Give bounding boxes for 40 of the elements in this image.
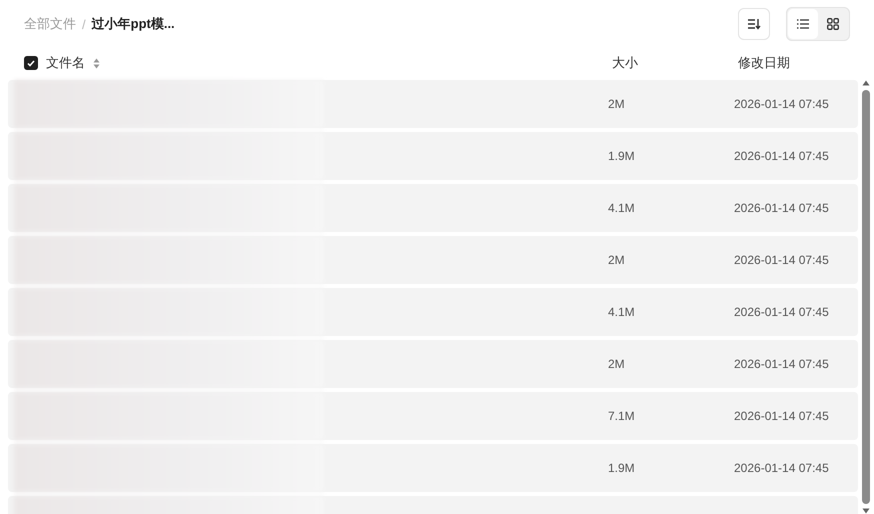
file-row[interactable]: 2M 2026-01-14 07:45 — [8, 236, 858, 284]
column-header[interactable]: 文件名 — [46, 54, 85, 72]
modified-date: 2026-01-14 07:45 — [734, 253, 829, 267]
file-row[interactable]: 1.9M 2026-01-14 07:45 — [8, 444, 858, 492]
file-row[interactable]: 4.1M 2026-01-14 07:45 — [8, 184, 858, 232]
scroll-down-icon[interactable] — [862, 508, 870, 514]
file-size: 2M — [608, 253, 626, 267]
check-icon — [27, 60, 35, 66]
file-size: 2M — [608, 97, 626, 111]
scroll-up-icon[interactable] — [862, 80, 870, 86]
file-size: 1.9M — [608, 461, 636, 475]
sort-button[interactable] — [738, 8, 770, 40]
file-row[interactable]: 2M 2026-01-14 07:45 — [8, 80, 858, 128]
select-all-checkbox[interactable] — [24, 56, 38, 70]
file-row[interactable]: 1.9M 2026-01-14 07:45 — [8, 132, 858, 180]
file-size: 1.9M — [608, 149, 636, 163]
file-row[interactable]: 4.1M 2026-01-14 07:45 — [8, 288, 858, 336]
file-size: 7.1M — [608, 409, 636, 423]
modified-date: 2026-01-14 07:45 — [734, 305, 829, 319]
file-size: 4.1M — [608, 305, 636, 319]
file-row[interactable]: 7.1M 2026-01-14 07:45 — [8, 392, 858, 440]
modified-date: 2026-01-14 07:45 — [734, 461, 829, 475]
breadcrumb-separator: / — [82, 16, 86, 32]
sort-arrows-icon[interactable] — [93, 58, 100, 68]
column-header: 修改日期 — [738, 54, 790, 72]
file-size: 2M — [608, 357, 626, 371]
file-row[interactable]: 2M 2026-01-14 07:45 — [8, 340, 858, 388]
modified-date: 2026-01-14 07:45 — [734, 409, 829, 423]
list-view-button[interactable] — [788, 9, 818, 39]
file-size: 4.1M — [608, 201, 636, 215]
modified-date: 2026-01-14 07:45 — [734, 201, 829, 215]
grid-icon — [827, 18, 839, 30]
list-icon — [797, 19, 809, 29]
scrollbar-thumb[interactable] — [862, 90, 870, 504]
modified-date: 2026-01-14 07:45 — [734, 97, 829, 111]
column-header: 大小 — [611, 54, 639, 72]
modified-date: 2026-01-14 07:45 — [734, 149, 829, 163]
modified-date: 2026-01-14 07:45 — [734, 357, 829, 371]
breadcrumb-item: 过小年ppt模... — [92, 15, 175, 33]
sort-icon — [747, 18, 761, 30]
